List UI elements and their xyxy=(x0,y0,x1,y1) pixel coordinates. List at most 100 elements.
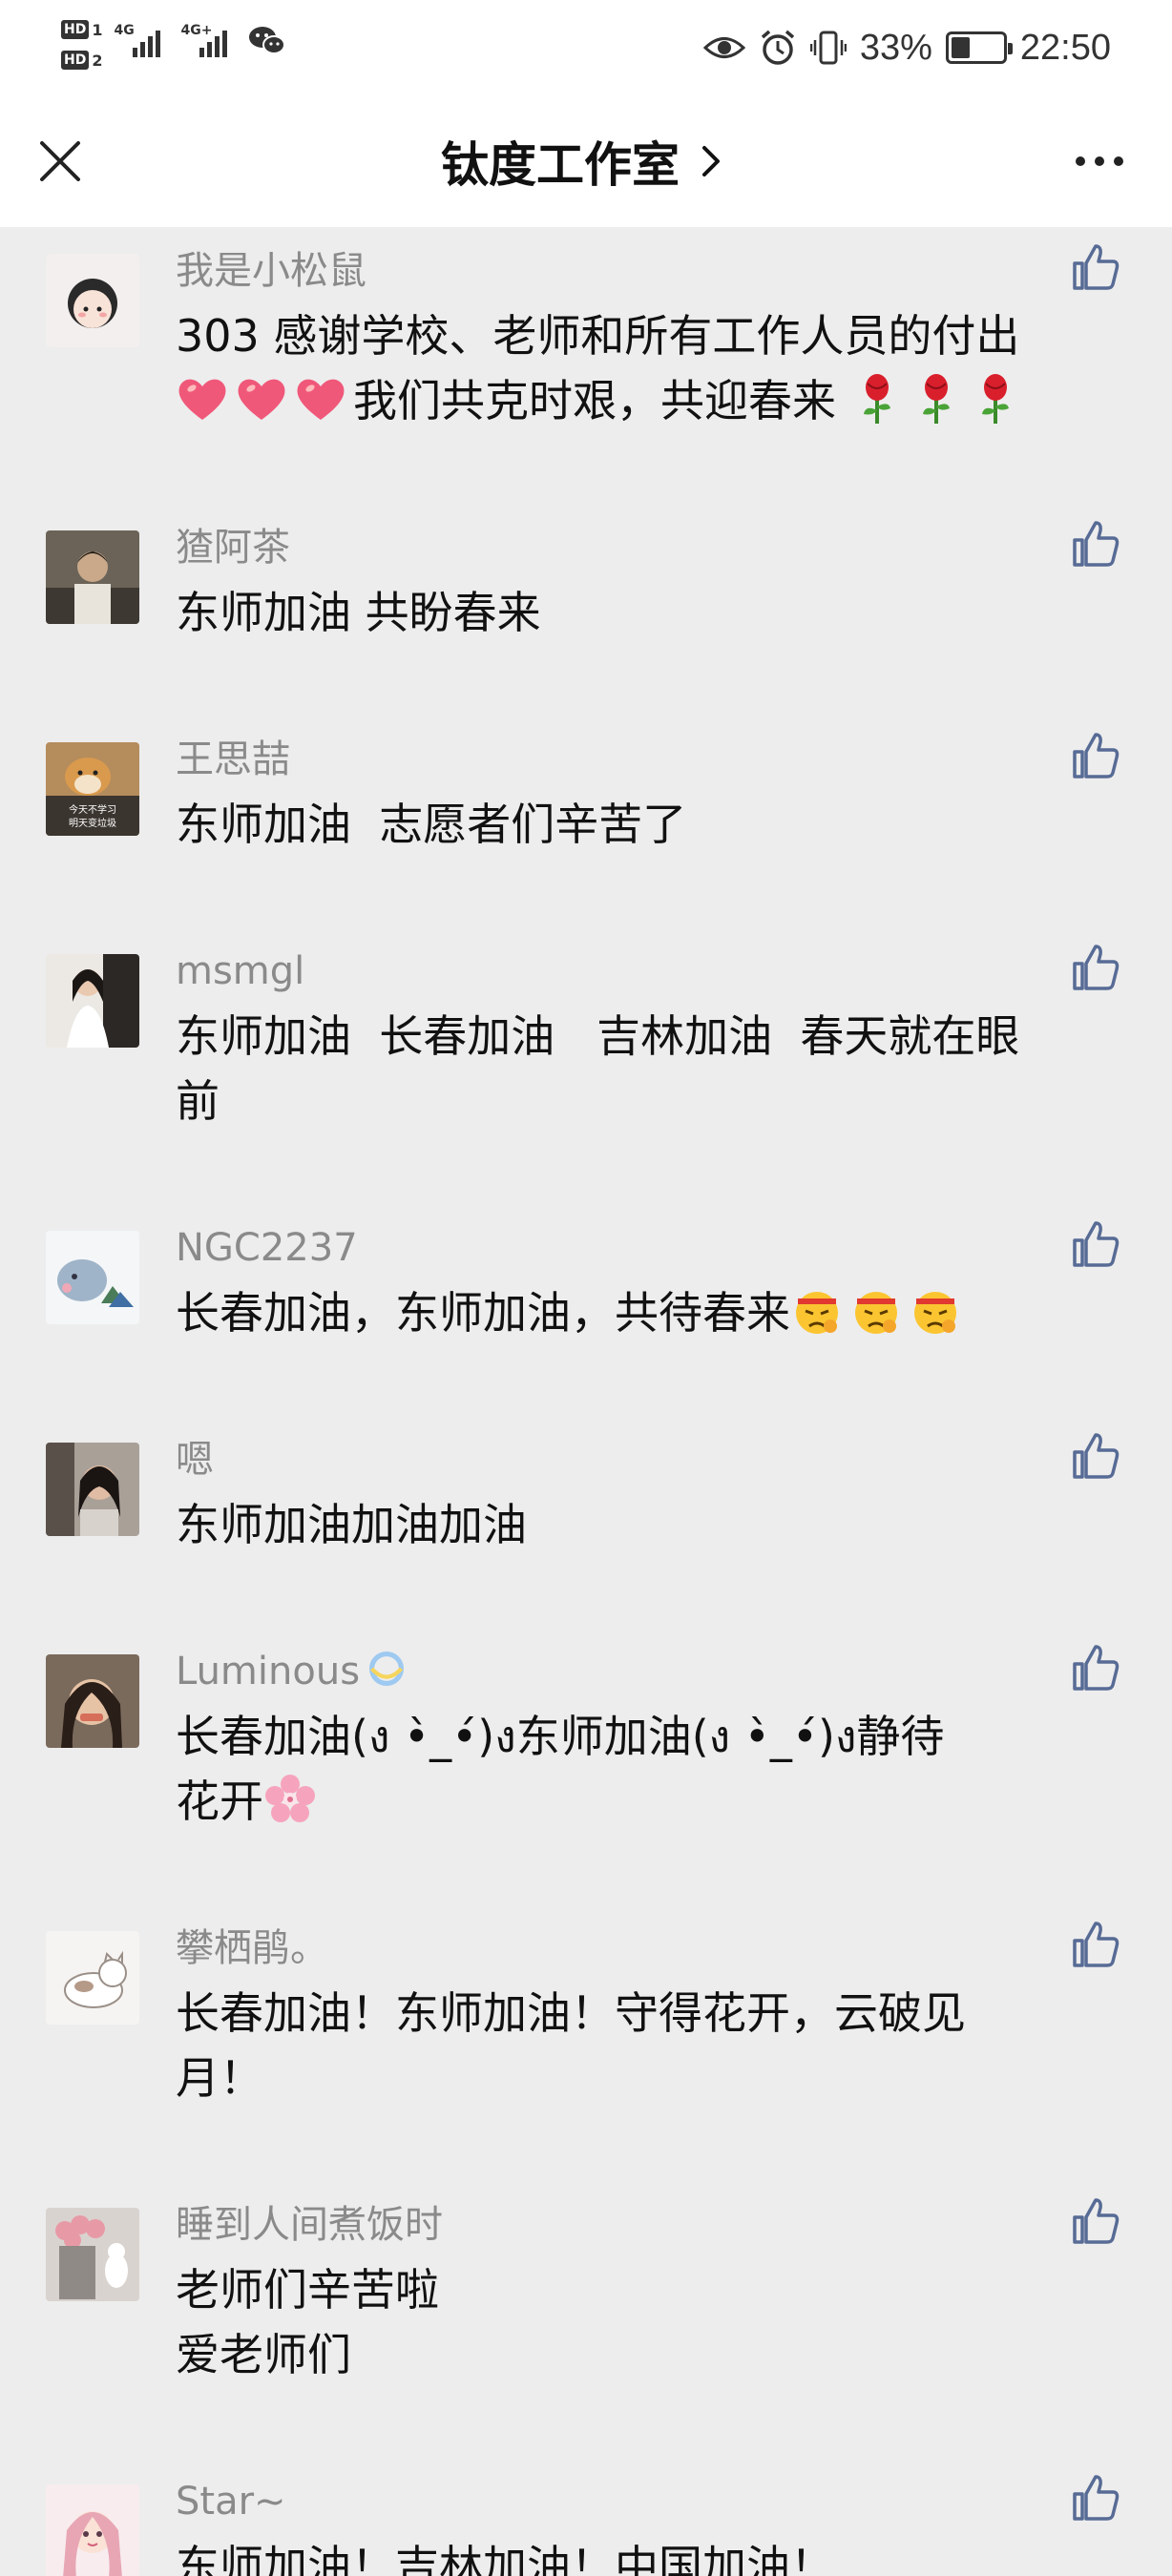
fighting-emoji-icon xyxy=(796,1292,838,1334)
like-icon[interactable] xyxy=(1069,941,1122,994)
comment-line: 老师们辛苦啦 xyxy=(176,2264,439,2316)
more-dot xyxy=(1076,156,1085,166)
comment-text: 东师加油 志愿者们辛苦了 xyxy=(176,792,1120,857)
avatar-image xyxy=(46,1931,139,2025)
like-icon[interactable] xyxy=(1069,2471,1122,2524)
page-title-button[interactable]: 钛度工作室 xyxy=(0,95,1172,227)
comment-text: 东师加油 长春加油 吉林加油 春天就在眼 前 xyxy=(176,1004,1120,1133)
avatar-image xyxy=(46,254,139,347)
avatar[interactable] xyxy=(46,530,139,624)
avatar[interactable] xyxy=(46,254,139,347)
avatar-image xyxy=(46,2484,139,2576)
avatar-image xyxy=(46,954,139,1048)
status-bar: HD 1 HD 2 4G 4G+ 33% 22:50 xyxy=(0,0,1172,95)
heart-icon xyxy=(297,379,345,420)
sim-number-2: 2 xyxy=(92,51,103,70)
more-dot xyxy=(1114,156,1123,166)
rose-icon xyxy=(981,374,1009,424)
dizzy-icon xyxy=(369,1652,405,1686)
comment-line: 东师加油！吉林加油！中国加油！ xyxy=(176,2541,834,2576)
avatar-image xyxy=(46,2208,139,2301)
comment-text: 长春加油，东师加油，共待春来 xyxy=(176,1280,1120,1345)
like-icon[interactable] xyxy=(1069,517,1122,571)
comment-line: 爱老师们 xyxy=(176,2329,351,2380)
avatar[interactable]: 今天不学习 明天变垃圾 xyxy=(46,742,139,836)
comment-line: 长春加油(ง •̀_•́)ง东师加油(ง •̀_•́)ง静待 xyxy=(176,1711,945,1762)
avatar[interactable] xyxy=(46,954,139,1048)
network-type-1: 4G xyxy=(114,23,135,38)
like-icon[interactable] xyxy=(1069,2194,1122,2248)
clock-time: 22:50 xyxy=(1019,27,1111,68)
comment-line: 东师加油加油加油 xyxy=(176,1499,527,1550)
rose-icon xyxy=(922,374,950,424)
avatar[interactable] xyxy=(46,2208,139,2301)
more-dot xyxy=(1095,156,1104,166)
comment-line: 东师加油 志愿者们辛苦了 xyxy=(176,799,687,850)
comment-line: 长春加油，东师加油，共待春来 xyxy=(176,1287,790,1339)
hd-badge-2: HD xyxy=(61,51,90,70)
signal-icon-2: 4G+ xyxy=(180,17,241,65)
eye-icon xyxy=(702,37,745,58)
comment-line: 前 xyxy=(176,1075,220,1127)
like-icon[interactable] xyxy=(1069,1429,1122,1483)
comment-text: 老师们辛苦啦 爱老师们 xyxy=(176,2257,1120,2387)
avatar-image xyxy=(46,1654,139,1748)
heart-icon xyxy=(178,379,226,420)
signal-icon: 4G xyxy=(114,17,175,65)
avatar[interactable] xyxy=(46,2484,139,2576)
avatar[interactable] xyxy=(46,1443,139,1536)
comment-line: 东师加油 长春加油 吉林加油 春天就在眼 xyxy=(176,1010,1020,1062)
alarm-icon xyxy=(761,30,794,65)
commenter-name[interactable]: 王思喆 xyxy=(176,733,290,786)
rose-icon xyxy=(863,374,890,424)
like-icon[interactable] xyxy=(1069,240,1122,294)
chevron-right-icon xyxy=(702,146,720,177)
battery-percent: 33% xyxy=(859,27,932,68)
avatar-caption-1: 今天不学习 xyxy=(69,803,116,816)
comment-line: 303 感谢学校、老师和所有工作人员的付出 xyxy=(176,310,1020,362)
like-icon[interactable] xyxy=(1069,1641,1122,1694)
like-icon[interactable] xyxy=(1069,1918,1122,1971)
like-icon[interactable] xyxy=(1069,729,1122,782)
comment-line-with-emoji: 花开 xyxy=(176,1769,1120,1834)
comment-line: 月！ xyxy=(176,2052,263,2104)
battery-icon xyxy=(945,31,1013,64)
commenter-name[interactable]: NGC2237 xyxy=(176,1221,358,1275)
like-icon[interactable] xyxy=(1069,1217,1122,1271)
vibrate-icon xyxy=(809,31,847,65)
more-button[interactable] xyxy=(1061,130,1138,193)
avatar-image xyxy=(46,1443,139,1536)
commenter-name[interactable]: 我是小松鼠 xyxy=(176,244,366,298)
page-title: 钛度工作室 xyxy=(441,137,680,193)
commenter-name[interactable]: 睡到人间煮饭时 xyxy=(176,2198,443,2252)
comment-line-with-emoji: 长春加油，东师加油，共待春来 xyxy=(176,1280,1120,1345)
comment-text: 303 感谢学校、老师和所有工作人员的付出 我们共克时艰，共迎春来 xyxy=(176,303,1120,433)
comment-line: 花开 xyxy=(176,1776,263,1827)
avatar[interactable] xyxy=(46,1654,139,1748)
comment-text: 东师加油！吉林加油！中国加油！ xyxy=(176,2534,1120,2576)
nav-bar: 钛度工作室 xyxy=(0,95,1172,227)
commenter-name[interactable]: 猹阿茶 xyxy=(176,521,290,574)
avatar[interactable] xyxy=(46,1931,139,2025)
avatar-image: 今天不学习 明天变垃圾 xyxy=(46,742,139,836)
commenter-name[interactable]: Star~ xyxy=(176,2475,286,2528)
avatar[interactable] xyxy=(46,1231,139,1324)
comment-text: 长春加油！东师加油！守得花开，云破见 月！ xyxy=(176,1981,1120,2110)
commenter-name-text: Luminous xyxy=(176,1650,361,1693)
comment-line: 东师加油 共盼春来 xyxy=(176,587,541,638)
commenter-name[interactable]: msmgl xyxy=(176,945,304,998)
comment-text: 长春加油(ง •̀_•́)ง东师加油(ง •̀_•́)ง静待 花开 xyxy=(176,1704,1120,1834)
sim-number-1: 1 xyxy=(92,20,103,39)
commenter-name[interactable]: 嗯 xyxy=(176,1433,214,1486)
blossom-icon xyxy=(265,1775,315,1822)
hd-badge-1: HD xyxy=(61,20,90,39)
status-right: 33% 22:50 xyxy=(702,21,1111,74)
commenter-name[interactable]: Luminous xyxy=(176,1645,415,1698)
heart-icon xyxy=(238,379,285,420)
commenter-name[interactable]: 攀栖鹃。 xyxy=(176,1922,328,1975)
avatar-image xyxy=(46,1231,139,1324)
sim-indicators: HD 1 HD 2 xyxy=(61,17,102,73)
comment-line: 我们共克时艰，共迎春来 xyxy=(353,375,836,426)
wechat-icon xyxy=(249,27,286,54)
moments-comments-page: HD 1 HD 2 4G 4G+ 33% 22:50 钛度工作室 我是小松鼠 3… xyxy=(0,0,1172,2576)
